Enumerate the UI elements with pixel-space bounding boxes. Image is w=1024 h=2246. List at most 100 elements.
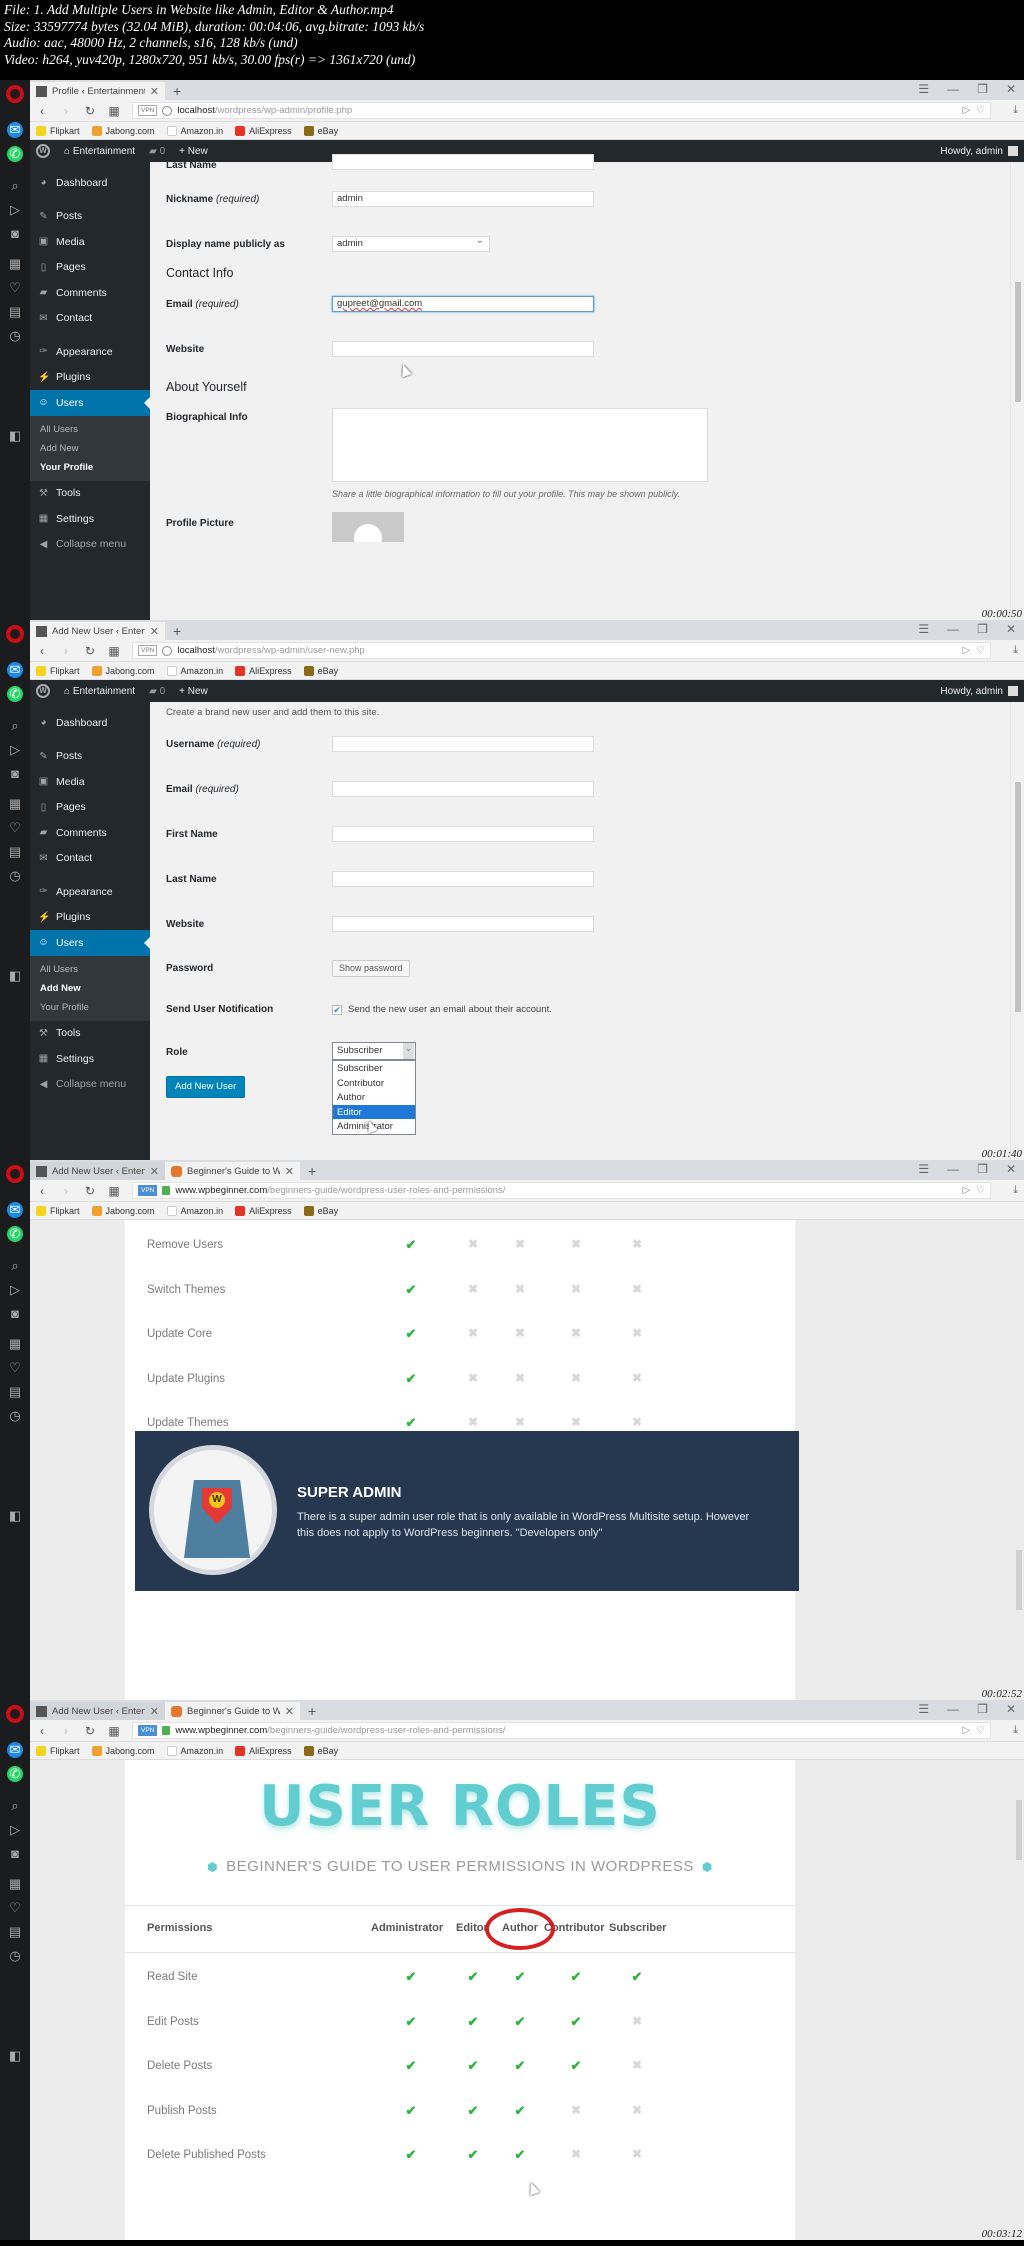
browser-tab[interactable]: Add New User ‹ Entertain ✕ — [30, 1162, 165, 1180]
submenu-add-new[interactable]: Add New — [30, 979, 150, 998]
browser-tab[interactable]: Beginner's Guide to Word ✕ — [165, 1702, 300, 1720]
last-name-input[interactable] — [332, 871, 594, 887]
tab-menu-icon[interactable]: ☰ — [918, 1162, 929, 1176]
bookmark-heart-icon[interactable]: ♡ — [976, 105, 985, 116]
new-tab-button[interactable]: + — [300, 1702, 324, 1720]
close-window-button[interactable]: ✕ — [1006, 82, 1016, 96]
reload-button[interactable]: ↻ — [84, 1184, 96, 1198]
new-content-link[interactable]: + New — [179, 686, 208, 697]
vpn-badge[interactable]: VPN — [138, 645, 158, 656]
sidebar-toggle-icon[interactable]: ◧ — [7, 2048, 23, 2064]
page-scrollbar[interactable] — [1014, 1760, 1024, 2240]
comments-link[interactable]: ▰ 0 — [149, 146, 165, 157]
tab-menu-icon[interactable]: ☰ — [918, 82, 929, 96]
bookmark-item[interactable]: Jabong.com — [91, 125, 155, 136]
bookmark-heart-icon[interactable]: ♡ — [976, 1725, 985, 1736]
submenu-add-new[interactable]: Add New — [30, 439, 150, 458]
scrollbar-thumb[interactable] — [1015, 282, 1021, 402]
menu-item-posts[interactable]: ✎ Posts — [30, 744, 150, 770]
forward-button[interactable]: › — [60, 1724, 72, 1738]
new-tab-button[interactable]: + — [300, 1162, 324, 1180]
account-menu[interactable]: Howdy, admin — [940, 146, 1018, 157]
whatsapp-icon[interactable]: ✆ — [7, 1766, 23, 1782]
send-notification-checkbox[interactable]: ✔ — [332, 1004, 342, 1015]
restore-button[interactable]: ❐ — [977, 622, 988, 636]
back-button[interactable]: ‹ — [36, 644, 48, 658]
site-name-link[interactable]: ⌂ Entertainment — [64, 146, 135, 157]
submenu-your-profile[interactable]: Your Profile — [30, 998, 150, 1017]
close-window-button[interactable]: ✕ — [1006, 1162, 1016, 1176]
speed-dial-icon[interactable]: ▦ — [7, 1876, 23, 1892]
snap-icon[interactable]: ▷ — [962, 645, 970, 656]
sidebar-toggle-icon[interactable]: ◧ — [7, 968, 23, 984]
bookmark-item[interactable]: Amazon.in — [166, 125, 223, 136]
download-icon[interactable]: ⤓ — [1013, 644, 1018, 657]
wordpress-logo-icon[interactable]: W — [36, 144, 50, 158]
sidebar-toggle-icon[interactable]: ◧ — [7, 1508, 23, 1524]
menu-item-users[interactable]: ☺ Users — [30, 930, 150, 956]
role-option[interactable]: Editor — [333, 1104, 415, 1119]
minimize-button[interactable]: — — [947, 82, 959, 96]
download-icon[interactable]: ⤓ — [1013, 1724, 1018, 1737]
close-window-button[interactable]: ✕ — [1006, 622, 1016, 636]
menu-item-pages[interactable]: ▯ Pages — [30, 255, 150, 281]
forward-button[interactable]: › — [60, 1184, 72, 1198]
role-option[interactable]: Author — [333, 1090, 415, 1105]
whatsapp-icon[interactable]: ✆ — [7, 146, 23, 162]
snap-icon[interactable]: ▷ — [962, 1725, 970, 1736]
menu-item-plugins[interactable]: ⚡ Plugins — [30, 365, 150, 391]
url-field[interactable]: VPN www.wpbeginner.com/beginners-guide/w… — [132, 1722, 992, 1739]
website-input[interactable] — [332, 916, 594, 932]
close-tab-icon[interactable]: ✕ — [150, 1705, 159, 1718]
menu-item-media[interactable]: ▣ Media — [30, 769, 150, 795]
show-password-button[interactable]: Show password — [332, 960, 410, 977]
camera-icon[interactable]: ◙ — [7, 1846, 23, 1862]
tabs-grid-button[interactable]: ▦ — [108, 644, 120, 658]
add-new-user-button[interactable]: Add New User — [166, 1076, 246, 1098]
new-content-link[interactable]: + New — [179, 146, 208, 157]
opera-logo-icon[interactable] — [6, 1705, 24, 1723]
url-field[interactable]: VPN www.wpbeginner.com/beginners-guide/w… — [132, 1182, 992, 1199]
website-input[interactable] — [332, 341, 594, 357]
download-icon[interactable]: ⤓ — [1013, 104, 1018, 117]
speed-dial-icon[interactable]: ▦ — [7, 1336, 23, 1352]
submenu-your-profile[interactable]: Your Profile — [30, 458, 150, 477]
tabs-grid-button[interactable]: ▦ — [108, 1724, 120, 1738]
news-icon[interactable]: ▤ — [7, 844, 23, 860]
bookmark-item[interactable]: AliExpress — [235, 1745, 292, 1756]
back-button[interactable]: ‹ — [36, 1184, 48, 1198]
bookmark-item[interactable]: AliExpress — [235, 125, 292, 136]
forward-button[interactable]: › — [60, 104, 72, 118]
history-icon[interactable]: ◷ — [7, 1948, 23, 1964]
bookmark-item[interactable]: Flipkart — [36, 125, 80, 136]
url-field[interactable]: VPN localhost/wordpress/wp-admin/user-ne… — [132, 642, 992, 659]
role-option[interactable]: Subscriber — [333, 1061, 415, 1076]
camera-icon[interactable]: ◙ — [7, 766, 23, 782]
search-icon[interactable]: ⌕ — [7, 1258, 23, 1274]
bookmark-item[interactable]: Amazon.in — [166, 1745, 223, 1756]
new-tab-button[interactable]: + — [165, 82, 189, 100]
wordpress-logo-icon[interactable]: W — [36, 684, 50, 698]
bookmark-heart-icon[interactable]: ♡ — [976, 1185, 985, 1196]
search-icon[interactable]: ⌕ — [7, 718, 23, 734]
messenger-icon[interactable]: ✉ — [7, 1742, 23, 1758]
menu-item-pages[interactable]: ▯ Pages — [30, 795, 150, 821]
scrollbar-thumb[interactable] — [1016, 1550, 1022, 1610]
history-icon[interactable]: ◷ — [7, 328, 23, 344]
news-icon[interactable]: ▤ — [7, 304, 23, 320]
url-field[interactable]: VPN localhost/wordpress/wp-admin/profile… — [132, 102, 992, 119]
send-icon[interactable]: ▷ — [7, 202, 23, 218]
bookmark-item[interactable]: Amazon.in — [166, 1205, 223, 1216]
bookmark-item[interactable]: eBay — [303, 1205, 338, 1216]
menu-item-comments[interactable]: ▰ Comments — [30, 280, 150, 306]
menu-item-settings[interactable]: ▦ Settings — [30, 1046, 150, 1072]
site-name-link[interactable]: ⌂ Entertainment — [64, 686, 135, 697]
bookmark-item[interactable]: AliExpress — [235, 1205, 292, 1216]
send-icon[interactable]: ▷ — [7, 1282, 23, 1298]
menu-item-appearance[interactable]: ✑ Appearance — [30, 879, 150, 905]
scrollbar-thumb[interactable] — [1015, 782, 1021, 1012]
minimize-button[interactable]: — — [947, 1702, 959, 1716]
back-button[interactable]: ‹ — [36, 104, 48, 118]
heart-icon[interactable]: ♡ — [7, 820, 23, 836]
bookmark-item[interactable]: Jabong.com — [91, 1205, 155, 1216]
